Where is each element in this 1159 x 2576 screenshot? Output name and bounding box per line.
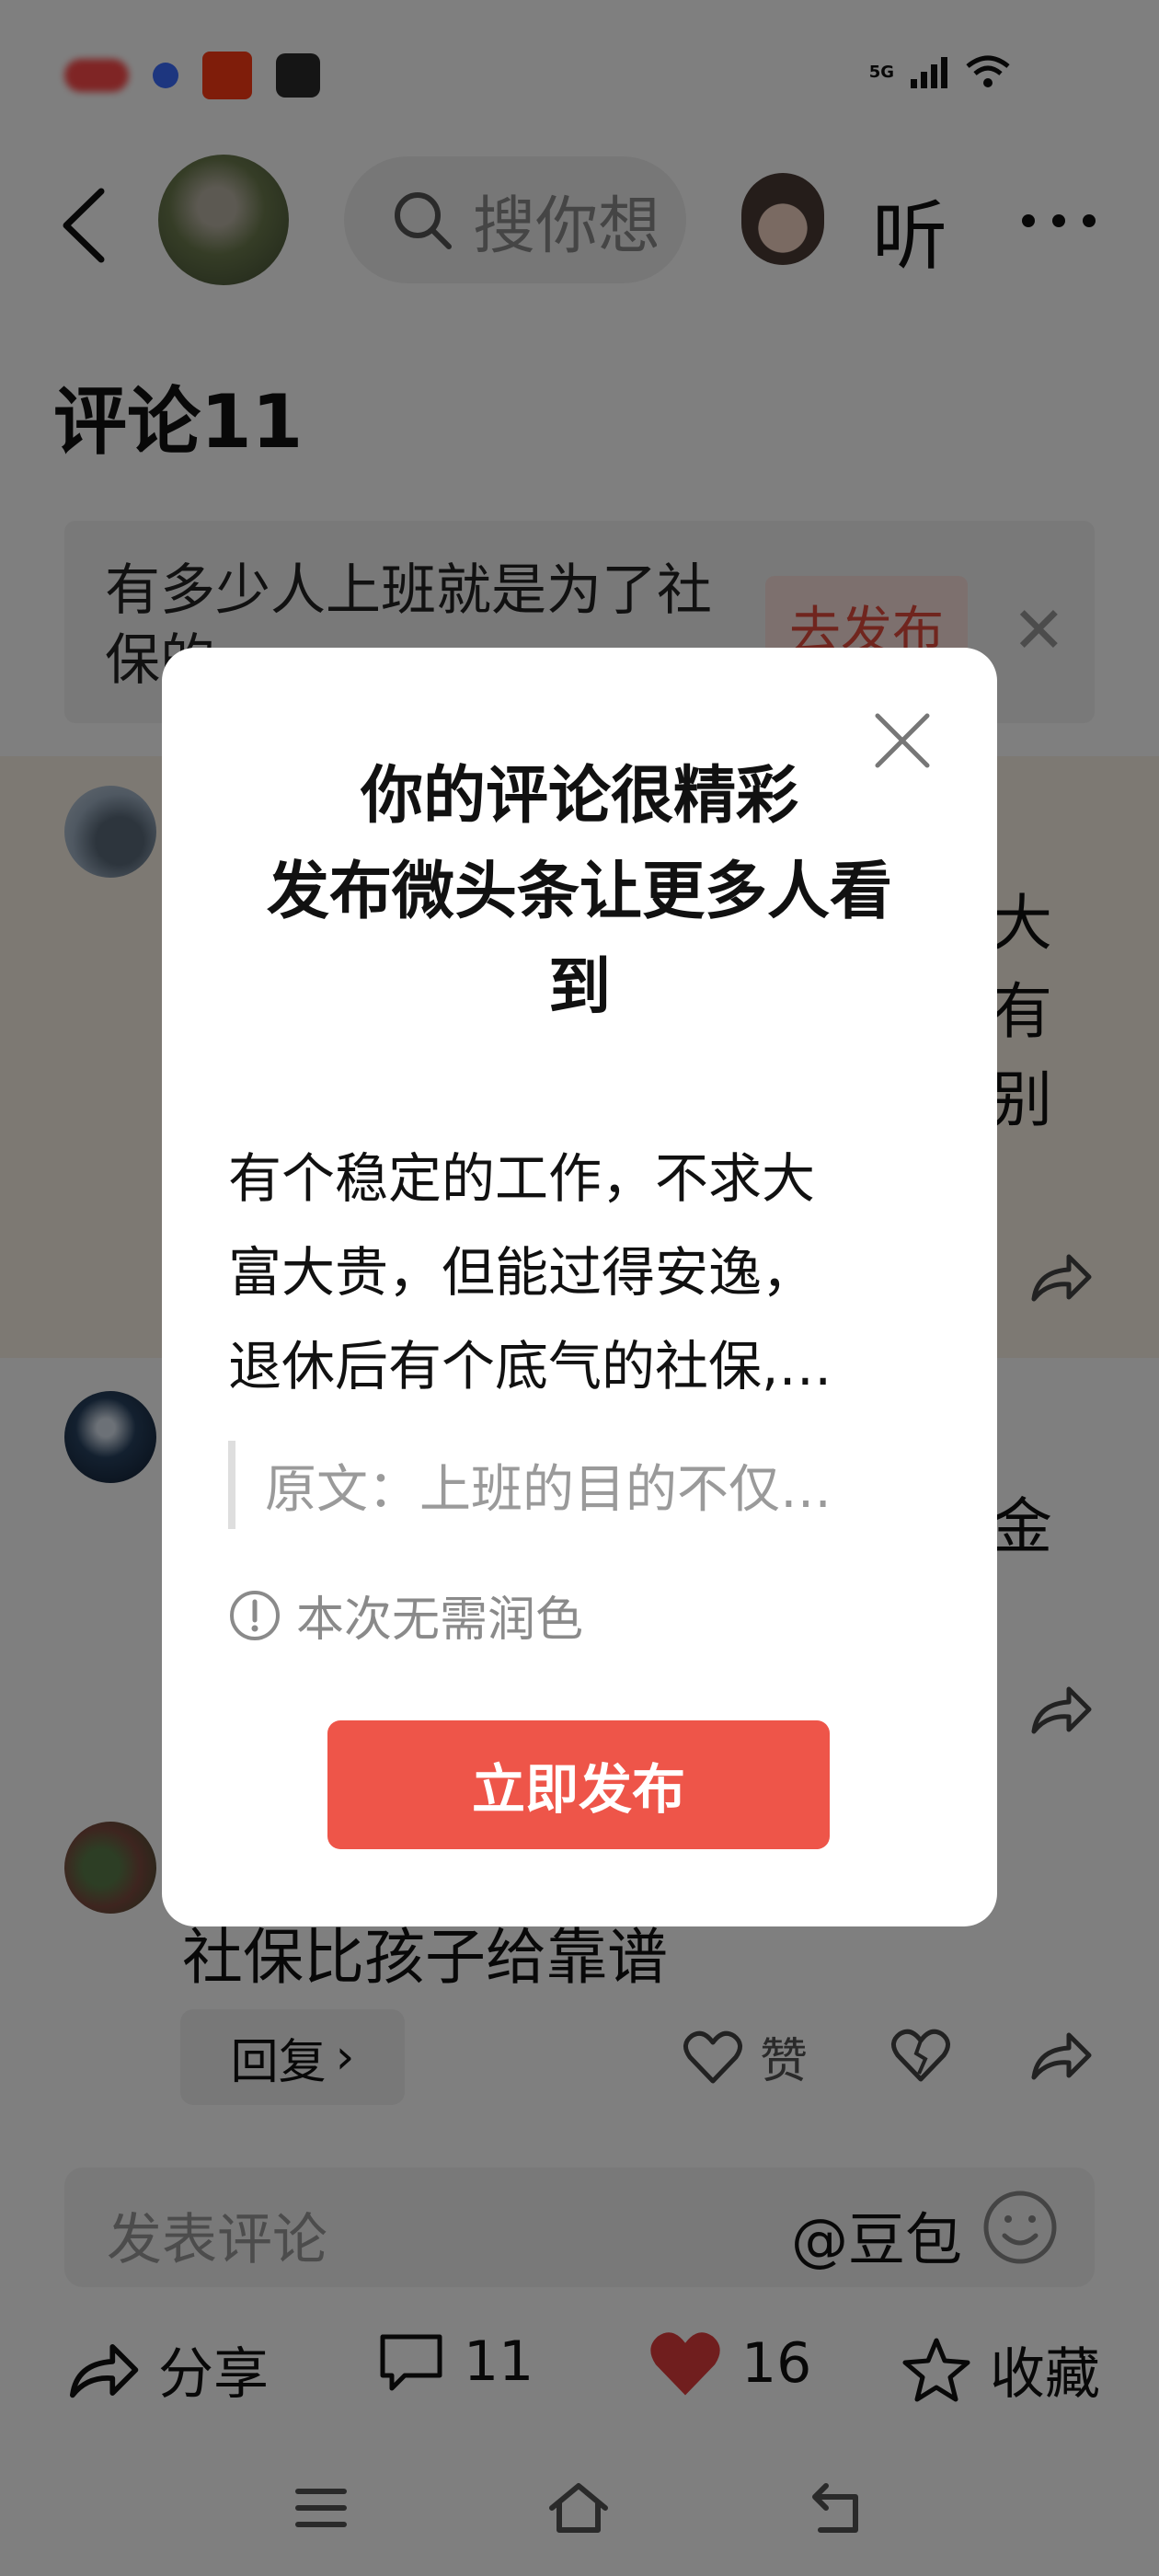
dialog-title-line: 发布微头条让更多人看	[266, 856, 892, 928]
info-circle-icon	[230, 1590, 280, 1640]
dialog-title-line: 你的评论很精彩	[360, 760, 798, 833]
comment-preview: 有个稳定的工作，不求大 富大贵，但能过得安逸， 退休后有个底气的社保,…	[228, 1132, 927, 1413]
publish-dialog: 你的评论很精彩 发布微头条让更多人看 到 有个稳定的工作，不求大 富大贵，但能过…	[162, 648, 997, 1926]
comment-preview-line: 退休后有个底气的社保,…	[228, 1335, 832, 1397]
comment-preview-line: 富大贵，但能过得安逸，	[228, 1241, 816, 1304]
dialog-title-line: 到	[547, 951, 611, 1024]
polish-info: 本次无需润色	[228, 1581, 583, 1650]
publish-now-button[interactable]: 立即发布	[327, 1720, 830, 1849]
original-text-quote: 原文：上班的目的不仅…	[228, 1441, 927, 1529]
comment-preview-line: 有个稳定的工作，不求大	[228, 1147, 816, 1210]
dialog-title: 你的评论很精彩 发布微头条让更多人看 到	[217, 749, 942, 1036]
polish-info-text: 本次无需润色	[296, 1593, 584, 1648]
